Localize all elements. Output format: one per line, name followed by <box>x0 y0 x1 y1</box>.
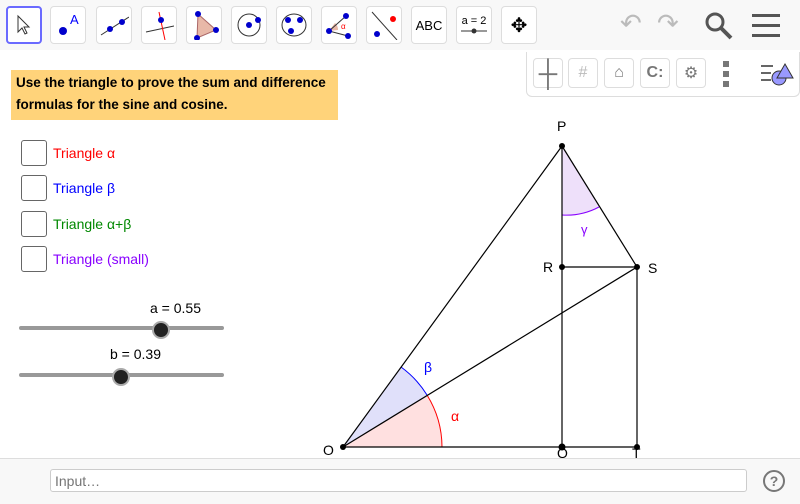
point-label-q: Q <box>557 445 568 458</box>
point-label-r: R <box>543 259 553 275</box>
point-label-t: T <box>632 445 641 458</box>
algebra-input[interactable] <box>50 469 747 492</box>
angle-label-beta: β <box>424 359 432 375</box>
geometry-canvas[interactable]: O P R S Q T α β γ <box>0 0 800 458</box>
input-bar: ? <box>0 458 800 504</box>
angle-label-alpha: α <box>451 408 459 424</box>
point-label-o: O <box>323 442 334 458</box>
point-label-s: S <box>648 260 657 276</box>
angle-gamma-fill <box>562 146 599 216</box>
point-label-p: P <box>557 118 566 134</box>
help-icon[interactable]: ? <box>763 470 785 492</box>
angle-label-gamma: γ <box>581 222 588 237</box>
